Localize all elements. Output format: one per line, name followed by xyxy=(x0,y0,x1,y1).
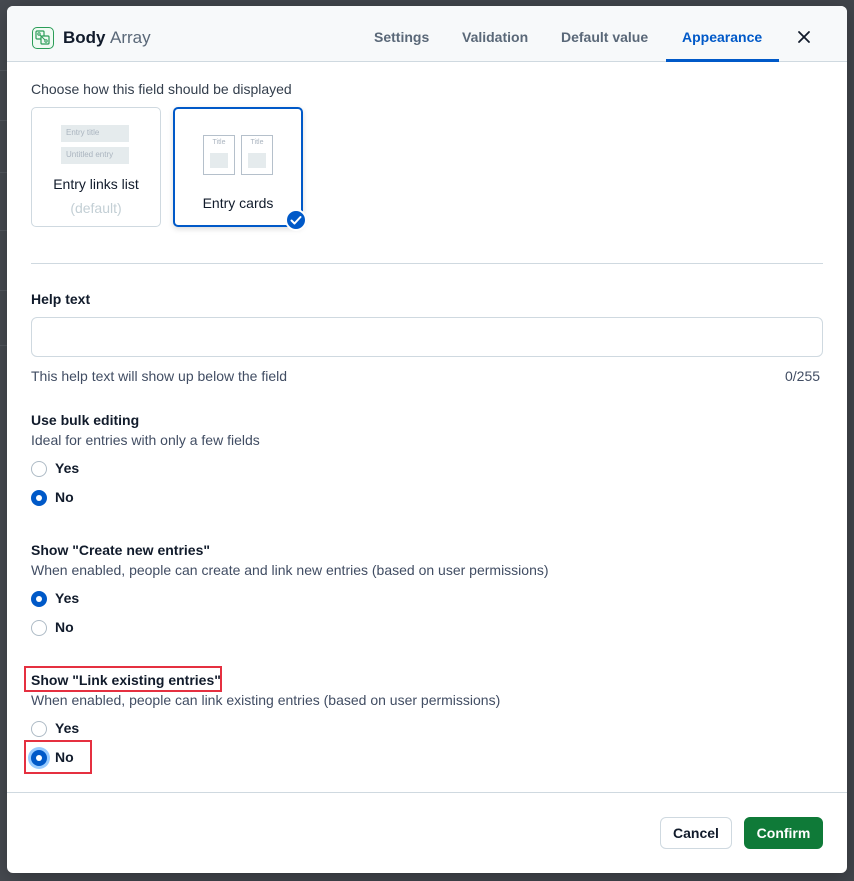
reference-field-icon xyxy=(32,27,54,49)
create-new-entries-yes-radio[interactable]: Yes xyxy=(31,589,91,609)
radio-label: No xyxy=(55,619,74,635)
tab-validation[interactable]: Validation xyxy=(462,29,528,45)
radio-button[interactable] xyxy=(31,721,47,737)
field-settings-modal: Body Array Settings Validation Default v… xyxy=(7,6,847,873)
appearance-option-entry-cards[interactable]: Title Title Entry cards xyxy=(173,107,303,227)
help-text-label: Help text xyxy=(31,291,91,307)
help-text-hint: This help text will show up below the fi… xyxy=(31,368,288,384)
help-text-input[interactable] xyxy=(31,317,823,357)
link-existing-entries-no-radio[interactable]: No xyxy=(31,748,91,768)
bulk-editing-no-radio[interactable]: No xyxy=(31,488,91,508)
bulk-editing-title: Use bulk editing xyxy=(31,412,140,428)
field-name: Body xyxy=(63,28,106,47)
confirm-button[interactable]: Confirm xyxy=(744,817,823,849)
option-label: Entry cards xyxy=(202,195,274,211)
radio-label: Yes xyxy=(55,460,80,476)
preview-row: Entry title xyxy=(61,125,129,142)
help-text-counter: 0/255 xyxy=(785,368,821,384)
close-icon xyxy=(798,31,810,43)
bulk-editing-description: Ideal for entries with only a few fields xyxy=(31,432,260,448)
modal-header: Body Array Settings Validation Default v… xyxy=(7,6,847,62)
radio-button[interactable] xyxy=(31,620,47,636)
tab-appearance[interactable]: Appearance xyxy=(682,29,762,45)
option-default-label: (default) xyxy=(70,200,122,216)
link-existing-entries-title: Show "Link existing entries" xyxy=(31,672,221,688)
section-divider xyxy=(31,263,823,264)
create-new-entries-title: Show "Create new entries" xyxy=(31,542,210,558)
cancel-button[interactable]: Cancel xyxy=(660,817,732,849)
create-new-entries-no-radio[interactable]: No xyxy=(31,618,91,638)
active-tab-indicator xyxy=(666,59,779,62)
preview-card: Title xyxy=(203,135,235,175)
appearance-option-entry-links-list[interactable]: Entry title Untitled entry Entry links l… xyxy=(31,107,161,227)
preview-card-image xyxy=(248,153,266,168)
bulk-editing-yes-radio[interactable]: Yes xyxy=(31,459,91,479)
radio-label: Yes xyxy=(55,720,80,736)
appearance-prompt: Choose how this field should be displaye… xyxy=(31,81,292,97)
close-button[interactable] xyxy=(792,25,816,49)
footer-divider xyxy=(7,792,847,793)
radio-label: Yes xyxy=(55,590,80,606)
preview-card-title: Title xyxy=(212,139,226,146)
selected-check-icon xyxy=(285,209,307,231)
preview-card-title: Title xyxy=(250,139,264,146)
preview-card-image xyxy=(210,153,228,168)
radio-button[interactable] xyxy=(31,461,47,477)
radio-button[interactable] xyxy=(31,750,47,766)
create-new-entries-description: When enabled, people can create and link… xyxy=(31,562,549,578)
link-existing-entries-yes-radio[interactable]: Yes xyxy=(31,719,91,739)
field-type: Array xyxy=(110,28,151,47)
option-label: Entry links list xyxy=(53,176,139,192)
link-existing-entries-description: When enabled, people can link existing e… xyxy=(31,692,501,708)
tab-settings[interactable]: Settings xyxy=(374,29,429,45)
preview-card: Title xyxy=(241,135,273,175)
radio-label: No xyxy=(55,489,74,505)
radio-label: No xyxy=(55,749,74,765)
radio-button[interactable] xyxy=(31,490,47,506)
preview-row: Untitled entry xyxy=(61,147,129,164)
radio-button[interactable] xyxy=(31,591,47,607)
tab-default-value[interactable]: Default value xyxy=(561,29,648,45)
